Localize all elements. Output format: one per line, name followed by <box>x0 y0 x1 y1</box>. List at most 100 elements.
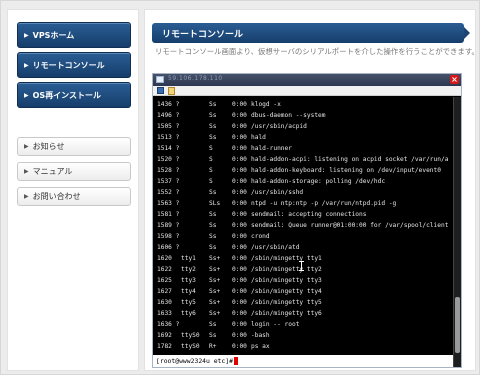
terminal-time: 0:00 <box>232 189 247 196</box>
terminal-time: 0:00 <box>232 244 247 251</box>
terminal-cmd: /sbin/mingetty tty1 <box>251 255 322 262</box>
terminal-pid: 1505 ? <box>157 123 180 130</box>
prompt-text: [root@www2324u etc]# <box>156 357 233 365</box>
terminal-tty: tty6 <box>181 310 196 317</box>
terminal-pid: 1782 <box>157 343 172 350</box>
console-titlebar: 59.106.178.110 × <box>153 74 461 86</box>
sub-label: お問い合わせ <box>32 192 81 201</box>
terminal-stat: Ss <box>209 112 217 119</box>
terminal-time: 0:00 <box>232 134 247 141</box>
terminal-cmd: sendmail: Queue runner@01:00:00 for /var… <box>251 222 449 229</box>
terminal-pid: 1692 <box>157 332 172 339</box>
nav-os-reinstall-button[interactable]: ▶ OS再インストール <box>17 82 131 108</box>
sub-manual-button[interactable]: ▶ マニュアル <box>17 162 131 181</box>
terminal-cmd: hald-runner <box>251 145 292 152</box>
page-frame: ▶ VPSホーム ▶ リモートコンソール ▶ OS再インストール ▶ お知らせ … <box>0 0 480 375</box>
terminal-tty: tty1 <box>181 255 196 262</box>
save-icon[interactable] <box>157 87 164 94</box>
main-panel: リモートコンソール リモートコンソール画面より、仮想サーバのシリアルポートを介し… <box>144 9 479 371</box>
terminal-time: 0:00 <box>232 277 247 284</box>
terminal-time: 0:00 <box>232 255 247 262</box>
sub-label: マニュアル <box>32 167 73 176</box>
terminal-pid: 1622 <box>157 266 172 273</box>
sub-news-button[interactable]: ▶ お知らせ <box>17 137 131 156</box>
triangle-right-icon: ▶ <box>24 143 29 150</box>
terminal-time: 0:00 <box>232 233 247 240</box>
terminal-pid: 1606 ? <box>157 244 180 251</box>
nav-label: リモートコンソール <box>32 60 105 70</box>
terminal-pid: 1537 ? <box>157 178 180 185</box>
terminal-stat: Ss+ <box>209 266 221 273</box>
monitor-icon <box>156 76 164 83</box>
terminal-time: 0:00 <box>232 332 247 339</box>
terminal-tty: tty3 <box>181 277 196 284</box>
terminal-stat: Ss <box>209 332 217 339</box>
console-window-title: 59.106.178.110 <box>168 75 223 82</box>
clipboard-icon[interactable] <box>168 87 175 95</box>
terminal-tty: tty2 <box>181 266 196 273</box>
terminal-cmd: /usr/sbin/sshd <box>251 189 304 196</box>
terminal-cmd: crond <box>251 233 270 240</box>
terminal-cmd: login -- root <box>251 321 300 328</box>
terminal-tty: ttyS0 <box>181 332 200 339</box>
terminal-stat: Ss <box>209 101 217 108</box>
terminal-pid: 1627 <box>157 288 172 295</box>
terminal-screen[interactable]: 1436 ? Ss 0:00 klogd -x 1496 ? Ss 0:00 dbus-dae… <box>153 97 453 367</box>
remote-console-window[interactable]: 59.106.178.110 × 1436 ? Ss 0:00 klogd -x 149… <box>152 73 462 368</box>
terminal-pid: 1625 <box>157 277 172 284</box>
terminal-cmd: /usr/sbin/acpid <box>251 123 307 130</box>
nav-label: OS再インストール <box>32 90 102 100</box>
terminal-cmd: hald <box>251 134 266 141</box>
terminal-stat: Ss+ <box>209 310 221 317</box>
terminal-cmd: /sbin/mingetty tty2 <box>251 266 322 273</box>
terminal-pid: 1496 ? <box>157 112 180 119</box>
terminal-stat: Ss+ <box>209 277 221 284</box>
terminal-pid: 1636 ? <box>157 321 180 328</box>
terminal-prompt[interactable]: [root@www2324u etc]# <box>153 355 453 367</box>
sub-contact-button[interactable]: ▶ お問い合わせ <box>17 187 131 206</box>
terminal-stat: Ss+ <box>209 255 221 262</box>
terminal-pid: 1633 <box>157 310 172 317</box>
terminal-cmd: /sbin/mingetty tty6 <box>251 310 322 317</box>
terminal-time: 0:00 <box>232 123 247 130</box>
terminal-cmd: /sbin/mingetty tty3 <box>251 277 322 284</box>
nav-remote-console-button[interactable]: ▶ リモートコンソール <box>17 52 131 78</box>
terminal-time: 0:00 <box>232 211 247 218</box>
terminal-scrollbar[interactable] <box>453 97 461 367</box>
sidebar: ▶ VPSホーム ▶ リモートコンソール ▶ OS再インストール ▶ お知らせ … <box>7 9 139 371</box>
terminal-stat: Ss <box>209 244 217 251</box>
terminal-pid: 1520 ? <box>157 156 180 163</box>
triangle-right-icon: ▶ <box>24 61 29 69</box>
triangle-right-icon: ▶ <box>24 31 29 39</box>
terminal-time: 0:00 <box>232 310 247 317</box>
terminal-pid: 1630 <box>157 299 172 306</box>
terminal-stat: S <box>209 167 213 174</box>
terminal-time: 0:00 <box>232 343 247 350</box>
terminal-stat: R+ <box>209 343 217 350</box>
terminal-cmd: hald-addon-keyboard: listening on /dev/i… <box>251 167 441 174</box>
scrollbar-thumb[interactable] <box>455 297 460 353</box>
triangle-right-icon: ▶ <box>24 91 29 99</box>
terminal-stat: S <box>209 145 213 152</box>
terminal-pid: 1514 ? <box>157 145 180 152</box>
terminal-pid: 1620 <box>157 255 172 262</box>
terminal-time: 0:00 <box>232 101 247 108</box>
terminal-time: 0:00 <box>232 266 247 273</box>
terminal-cmd: ps ax <box>251 343 270 350</box>
terminal-stat: Ss <box>209 233 217 240</box>
terminal-time: 0:00 <box>232 156 247 163</box>
page-description: リモートコンソール画面より、仮想サーバのシリアルポートを介した操作を行うことがで… <box>155 47 479 56</box>
triangle-right-icon: ▶ <box>24 193 29 200</box>
close-icon[interactable]: × <box>450 75 459 84</box>
nav-vps-home-button[interactable]: ▶ VPSホーム <box>17 22 131 48</box>
terminal-cmd: sendmail: accepting connections <box>251 211 367 218</box>
terminal-pid: 1598 ? <box>157 233 180 240</box>
terminal-pid: 1552 ? <box>157 189 180 196</box>
terminal-pid: 1513 ? <box>157 134 180 141</box>
terminal-stat: SLs <box>209 200 221 207</box>
text-cursor <box>233 357 238 365</box>
sub-label: お知らせ <box>32 142 65 151</box>
terminal-cmd: dbus-daemon --system <box>251 112 326 119</box>
terminal-stat: Ss <box>209 211 217 218</box>
terminal-time: 0:00 <box>232 222 247 229</box>
